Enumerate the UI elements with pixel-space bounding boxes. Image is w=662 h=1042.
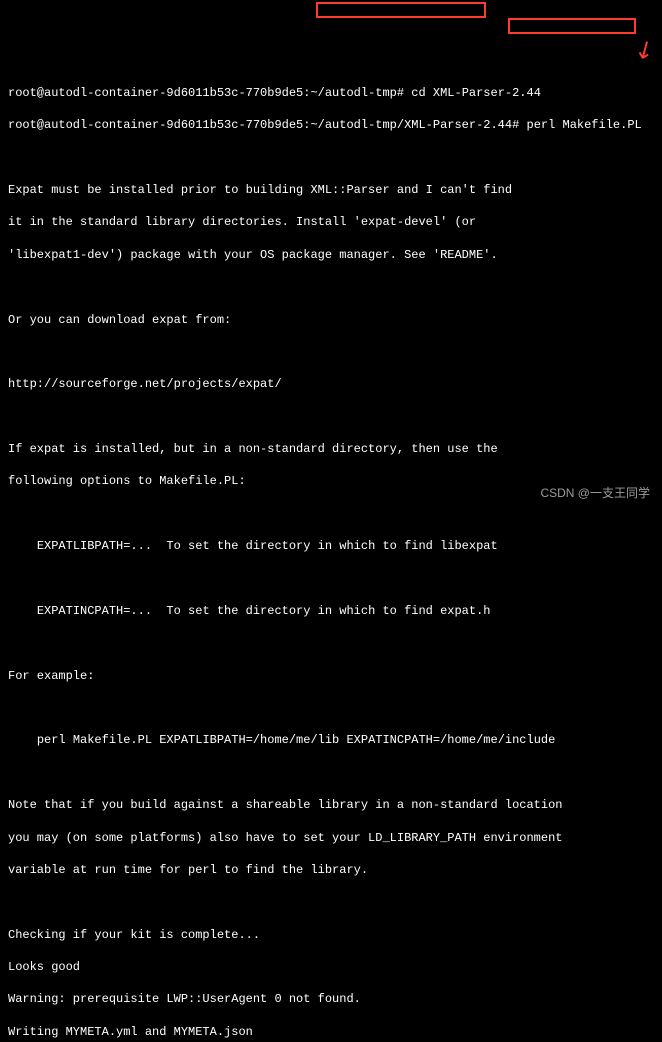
command: perl Makefile.PL xyxy=(527,118,642,132)
user-host: root@autodl-container-9d6011b53c-770b9de… xyxy=(8,118,303,132)
output-line: Expat must be installed prior to buildin… xyxy=(8,182,654,198)
output-line: EXPATLIBPATH=... To set the directory in… xyxy=(8,538,654,554)
cwd: ~/autodl-tmp/XML-Parser-2.44 xyxy=(310,118,512,132)
output-line: perl Makefile.PL EXPATLIBPATH=/home/me/l… xyxy=(8,732,654,748)
output-line: Looks good xyxy=(8,959,654,975)
terminal[interactable]: root@autodl-container-9d6011b53c-770b9de… xyxy=(8,69,654,1042)
output-line: EXPATINCPATH=... To set the directory in… xyxy=(8,603,654,619)
output-line: it in the standard library directories. … xyxy=(8,214,654,230)
output-line: Note that if you build against a shareab… xyxy=(8,797,654,813)
watermark: CSDN @一支王同学 xyxy=(540,485,650,501)
highlight-box-2 xyxy=(508,18,636,34)
cwd: ~/autodl-tmp xyxy=(310,86,396,100)
output-line: 'libexpat1-dev') package with your OS pa… xyxy=(8,247,654,263)
prompt-line-2: root@autodl-container-9d6011b53c-770b9de… xyxy=(8,117,654,133)
output-line: For example: xyxy=(8,668,654,684)
output-line: variable at run time for perl to find th… xyxy=(8,862,654,878)
prompt-line-1: root@autodl-container-9d6011b53c-770b9de… xyxy=(8,85,654,101)
output-line: Checking if your kit is complete... xyxy=(8,927,654,943)
output-line: Warning: prerequisite LWP::UserAgent 0 n… xyxy=(8,991,654,1007)
highlight-box-1 xyxy=(316,2,486,18)
output-line: If expat is installed, but in a non-stan… xyxy=(8,441,654,457)
output-line: Or you can download expat from: xyxy=(8,312,654,328)
command: cd XML-Parser-2.44 xyxy=(411,86,541,100)
user-host: root@autodl-container-9d6011b53c-770b9de… xyxy=(8,86,303,100)
output-line: Writing MYMETA.yml and MYMETA.json xyxy=(8,1024,654,1040)
output-line: you may (on some platforms) also have to… xyxy=(8,830,654,846)
arrow-icon: ↙ xyxy=(629,33,662,71)
output-url: http://sourceforge.net/projects/expat/ xyxy=(8,376,654,392)
